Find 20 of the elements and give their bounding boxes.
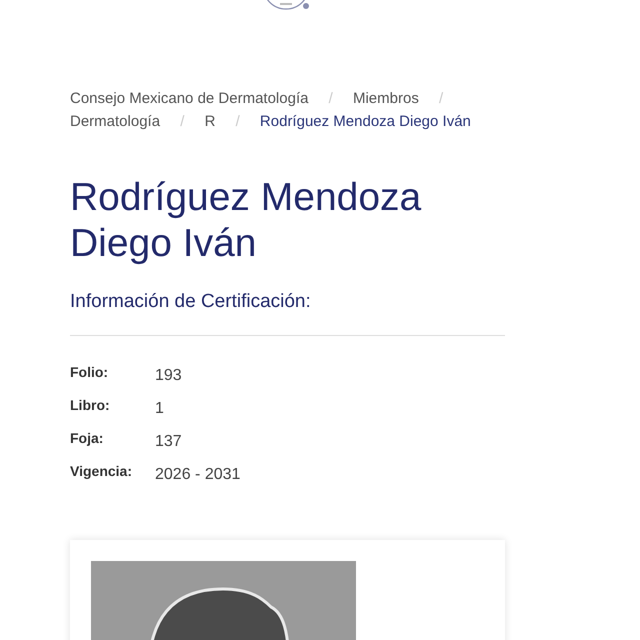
page-title: Rodríguez Mendoza Diego Iván: [70, 175, 422, 267]
breadcrumb-separator: /: [328, 90, 333, 107]
field-label: Libro:: [70, 397, 111, 413]
field-value: 137: [155, 432, 182, 451]
breadcrumb-current[interactable]: Rodríguez Mendoza Diego Iván: [260, 113, 471, 130]
breadcrumb-link[interactable]: Dermatología: [70, 113, 160, 130]
field-value: 193: [155, 366, 182, 385]
person-silhouette-icon: [91, 561, 356, 640]
field-value: 2026 - 2031: [155, 465, 240, 484]
field-label: Vigencia:: [70, 463, 133, 479]
breadcrumb-link[interactable]: Miembros: [352, 90, 419, 107]
breadcrumb-separator: /: [439, 90, 444, 107]
field-label: Foja:: [70, 430, 104, 446]
field-label: Folio:: [70, 364, 110, 380]
breadcrumb-separator: /: [236, 113, 240, 130]
breadcrumb-link[interactable]: R: [204, 113, 216, 130]
breadcrumb-separator: /: [180, 113, 184, 130]
section-heading: Información de Certificación:: [70, 291, 312, 313]
field-value: 1: [155, 399, 164, 418]
breadcrumb-link[interactable]: Consejo Mexicano de Dermatología: [70, 90, 308, 107]
